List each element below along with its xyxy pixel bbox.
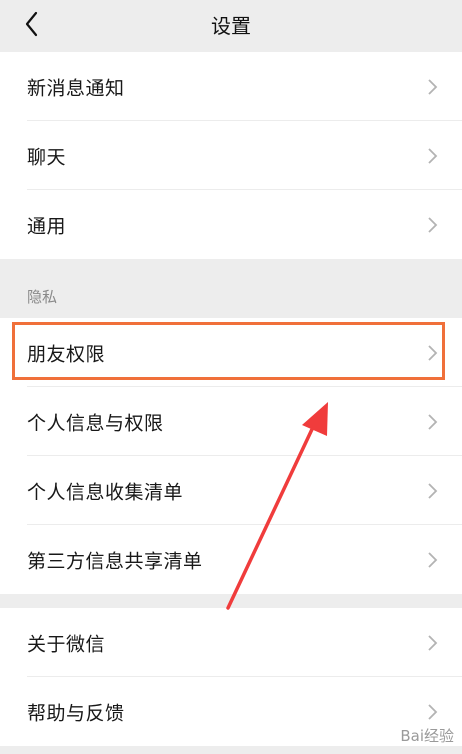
- row-new-message-notification[interactable]: 新消息通知: [0, 52, 462, 121]
- settings-group-about: 关于微信 帮助与反馈: [0, 608, 462, 746]
- settings-group-general: 新消息通知 聊天 通用: [0, 52, 462, 259]
- row-friend-permissions[interactable]: 朋友权限: [0, 318, 462, 387]
- chevron-right-icon: [428, 703, 438, 720]
- row-help-feedback[interactable]: 帮助与反馈: [0, 677, 462, 746]
- chevron-right-icon: [428, 413, 438, 430]
- row-label: 关于微信: [27, 633, 106, 655]
- chevron-right-icon: [428, 634, 438, 651]
- chevron-right-icon: [428, 78, 438, 95]
- row-personal-info-permissions[interactable]: 个人信息与权限: [0, 387, 462, 456]
- row-personal-info-collection-list[interactable]: 个人信息收集清单: [0, 456, 462, 525]
- watermark: Bai经验: [400, 727, 454, 745]
- row-label: 帮助与反馈: [27, 702, 125, 724]
- row-general[interactable]: 通用: [0, 190, 462, 259]
- row-label: 个人信息收集清单: [27, 481, 184, 503]
- page-title: 设置: [211, 14, 251, 38]
- row-label: 第三方信息共享清单: [27, 550, 203, 572]
- row-label: 聊天: [27, 146, 67, 168]
- row-label: 新消息通知: [27, 77, 125, 99]
- chevron-right-icon: [428, 344, 438, 361]
- top-bar: 设置: [0, 0, 462, 52]
- row-label: 个人信息与权限: [27, 412, 164, 434]
- row-chat[interactable]: 聊天: [0, 121, 462, 190]
- row-about-wechat[interactable]: 关于微信: [0, 608, 462, 677]
- chevron-right-icon: [428, 482, 438, 499]
- chevron-right-icon: [428, 216, 438, 233]
- row-third-party-sharing-list[interactable]: 第三方信息共享清单: [0, 525, 462, 594]
- row-label: 通用: [27, 215, 67, 237]
- section-label-privacy: 隐私: [27, 288, 58, 306]
- chevron-right-icon: [428, 551, 438, 568]
- chevron-right-icon: [428, 147, 438, 164]
- row-label: 朋友权限: [27, 343, 106, 365]
- settings-group-privacy: 朋友权限 个人信息与权限 个人信息收集清单 第三方信息共享清单: [0, 318, 462, 594]
